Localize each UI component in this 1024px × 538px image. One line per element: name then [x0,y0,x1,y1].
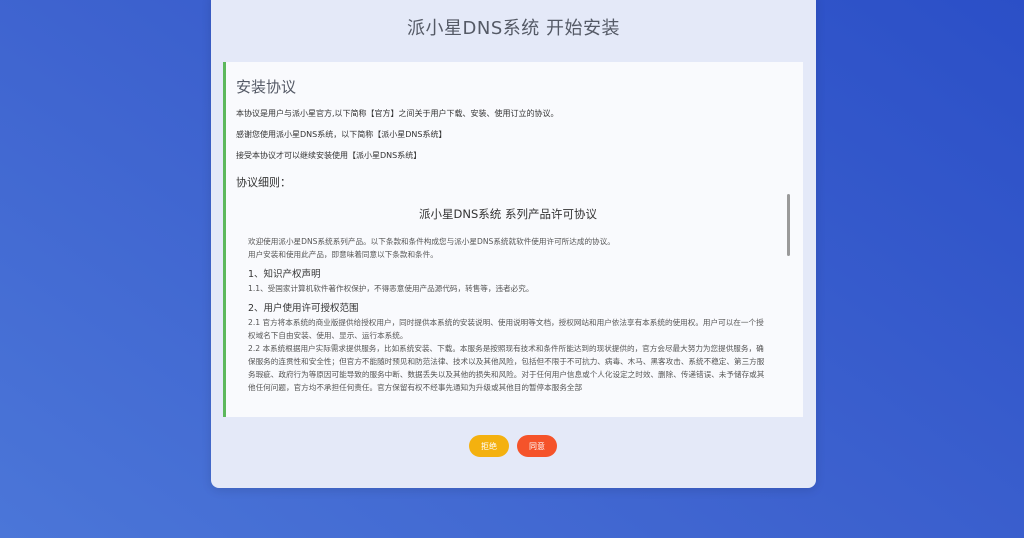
reject-button[interactable]: 拒绝 [469,435,509,457]
section-paragraph: 2.1 官方将本系统的商业版提供给授权用户，同时提供本系统的安装说明、使用说明等… [248,318,764,340]
license-title: 派小星DNS系统 系列产品许可协议 [419,207,597,221]
section-paragraph: 2.2 本系统根据用户实际需求提供服务，比如系统安装、下载。本服务是按照现有技术… [248,344,765,392]
intro-line: 接受本协议才可以继续安装使用【派小星DNS系统】 [236,151,422,160]
agreement-intro: 本协议是用户与派小星官方,以下简称【官方】之间关于用户下载、安装、使用订立的协议… [236,108,776,171]
intro-line: 感谢您使用派小星DNS系统，以下简称【派小星DNS系统】 [236,130,447,139]
page-title: 派小星DNS系统 开始安装 [407,18,620,39]
section-heading: 2、用户使用许可授权范围 [248,303,359,314]
agreement-panel: 安装协议 本协议是用户与派小星官方,以下简称【官方】之间关于用户下载、安装、使用… [223,62,803,417]
license-document: 派小星DNS系统 系列产品许可协议 欢迎使用派小星DNS系统系列产品。以下条款和… [236,194,796,394]
section-heading: 1、知识产权声明 [248,269,321,280]
install-card: 派小星DNS系统 开始安装 安装协议 本协议是用户与派小星官方,以下简称【官方】… [211,0,816,488]
agreement-title: 安装协议 [236,78,297,96]
license-preamble: 用户安装和使用此产品，即意味着同意以下条款和条件。 [248,250,438,259]
license-preamble: 欢迎使用派小星DNS系统系列产品。以下条款和条件构成您与派小星DNS系统就软件使… [248,237,615,246]
agree-button[interactable]: 同意 [517,435,557,457]
section-paragraph: 1.1、受国家计算机软件著作权保护，不得恶意使用产品源代码，转售等，违者必究。 [248,284,534,293]
scrollbar-thumb[interactable] [787,194,790,256]
intro-line: 本协议是用户与派小星官方,以下简称【官方】之间关于用户下载、安装、使用订立的协议… [236,109,559,118]
detail-label: 协议细则： [236,176,291,189]
license-scroll-area[interactable]: 派小星DNS系统 系列产品许可协议 欢迎使用派小星DNS系统系列产品。以下条款和… [236,194,796,416]
